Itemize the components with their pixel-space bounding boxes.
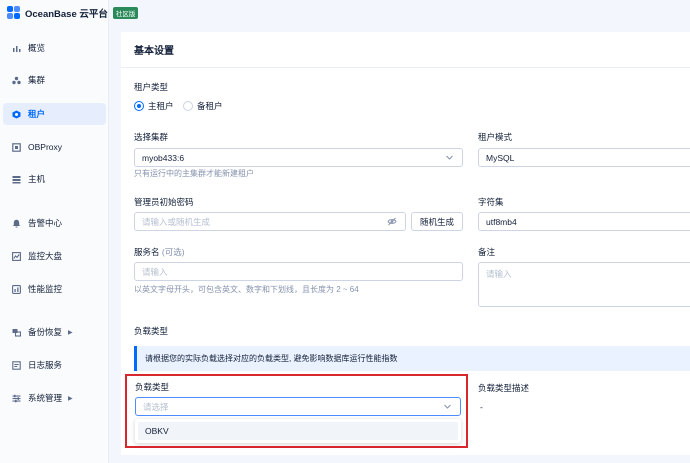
tenant-icon xyxy=(12,110,21,119)
workload-type-label: 负载类型 xyxy=(135,382,170,392)
remark-label: 备注 xyxy=(478,247,496,257)
service-name-placeholder: 请输入 xyxy=(142,266,168,277)
charset-label: 字符集 xyxy=(478,197,504,207)
sidebar-item-label: 集群 xyxy=(28,75,46,85)
workload-type-placeholder: 请选择 xyxy=(143,401,169,412)
chevron-down-icon xyxy=(445,153,454,164)
app-logo[interactable]: OceanBase 云平台 社区版 xyxy=(7,5,139,21)
sidebar-item-label: 租户 xyxy=(28,109,46,119)
sidebar-item-label: 告警中心 xyxy=(28,218,63,228)
oceanbase-logo-icon xyxy=(7,6,21,20)
radio-unselected-icon xyxy=(183,101,193,111)
settings-icon xyxy=(12,394,21,403)
charset-value: utf8mb4 xyxy=(486,216,517,227)
workload-info-alert: 请根据您的实际负载选择对应的负载类型, 避免影响数据库运行性能指数 xyxy=(134,346,690,371)
workload-alert-text: 请根据您的实际负载选择对应的负载类型, 避免影响数据库运行性能指数 xyxy=(145,354,398,363)
cluster-help-text: 只有运行中的主集群才能新建租户 xyxy=(134,169,254,178)
radio-standby-tenant[interactable]: 备租户 xyxy=(183,100,223,112)
log-icon xyxy=(12,360,21,370)
workload-section-label: 负载类型 xyxy=(134,326,169,336)
tenant-mode-select[interactable]: MySQL xyxy=(478,148,690,167)
tenant-mode-value: MySQL xyxy=(486,152,515,163)
workload-type-select[interactable]: 请选择 xyxy=(135,397,461,416)
service-name-label-text: 服务名 xyxy=(134,247,160,257)
proxy-icon xyxy=(12,142,21,152)
tenant-type-label: 租户类型 xyxy=(134,82,169,92)
workload-type-dropdown: OBKV xyxy=(135,419,461,443)
sidebar-item-overview[interactable]: 概览 xyxy=(0,37,108,59)
sidebar-item-alert-center[interactable]: 告警中心 xyxy=(0,212,108,234)
cluster-icon xyxy=(12,76,21,85)
cluster-label: 选择集群 xyxy=(134,132,169,142)
sidebar-item-label: 性能监控 xyxy=(28,284,63,294)
cluster-value: myob433:6 xyxy=(142,152,185,163)
radio-selected-icon xyxy=(134,101,144,111)
host-icon xyxy=(12,175,21,184)
service-name-help-text: 以英文字母开头，可包含英文、数字和下划线，且长度为 2 ~ 64 xyxy=(134,285,359,294)
sidebar-item-label: 主机 xyxy=(28,174,46,184)
remark-placeholder: 请输入 xyxy=(486,269,512,279)
alert-icon xyxy=(12,219,21,228)
admin-password-label: 管理员初始密码 xyxy=(134,197,194,207)
edition-badge: 社区版 xyxy=(112,7,139,19)
backup-icon xyxy=(12,328,21,337)
sidebar-item-system-management[interactable]: 系统管理 ▶ xyxy=(0,387,108,409)
chevron-down-icon xyxy=(443,402,452,413)
sidebar-item-host[interactable]: 主机 xyxy=(0,168,108,190)
sidebar-item-obproxy[interactable]: OBProxy xyxy=(0,136,108,158)
charset-select[interactable]: utf8mb4 xyxy=(478,212,690,231)
dashboard-icon xyxy=(12,251,21,261)
cluster-select[interactable]: myob433:6 xyxy=(134,148,463,167)
sidebar-item-backup[interactable]: 备份恢复 ▶ xyxy=(0,321,108,343)
sidebar-item-tenant[interactable]: 租户 xyxy=(3,103,106,125)
admin-password-input[interactable]: 请输入或随机生成 xyxy=(134,212,406,231)
dropdown-option-obkv[interactable]: OBKV xyxy=(138,422,458,440)
tenant-mode-label: 租户模式 xyxy=(478,132,513,142)
performance-icon xyxy=(12,284,21,294)
section-divider xyxy=(121,67,690,68)
sidebar-item-label: 系统管理 xyxy=(28,393,63,403)
sidebar-item-label: 备份恢复 xyxy=(28,327,63,337)
sidebar-item-label: OBProxy xyxy=(28,142,63,152)
random-generate-button[interactable]: 随机生成 xyxy=(411,212,463,231)
caret-right-icon: ▶ xyxy=(68,395,73,402)
sidebar-item-dashboard[interactable]: 监控大盘 xyxy=(0,245,108,267)
service-name-input[interactable]: 请输入 xyxy=(134,262,463,281)
brand-name: OceanBase 云平台 xyxy=(25,9,108,20)
radio-primary-tenant[interactable]: 主租户 xyxy=(134,100,174,112)
workload-desc-label: 负载类型描述 xyxy=(478,383,530,393)
radio-label: 主租户 xyxy=(148,101,174,111)
sidebar-item-performance[interactable]: 性能监控 xyxy=(0,278,108,300)
sidebar-item-cluster[interactable]: 集群 xyxy=(0,69,108,91)
bar-chart-icon xyxy=(12,44,21,53)
bottom-background xyxy=(121,455,690,463)
section-title: 基本设置 xyxy=(134,46,174,57)
eye-hidden-icon[interactable] xyxy=(387,217,397,228)
sidebar-item-label: 日志服务 xyxy=(28,360,63,370)
workload-desc-value: - xyxy=(480,402,483,412)
service-name-label: 服务名 (可选) xyxy=(134,246,185,258)
radio-label: 备租户 xyxy=(197,101,223,111)
sidebar-item-label: 监控大盘 xyxy=(28,251,63,261)
remark-textarea[interactable]: 请输入 xyxy=(478,262,690,307)
sidebar-item-label: 概览 xyxy=(28,43,46,53)
caret-right-icon: ▶ xyxy=(68,329,73,336)
sidebar: OceanBase 云平台 社区版 概览 集群 租户 OBProxy 主机 告警… xyxy=(0,0,139,463)
sidebar-item-log-service[interactable]: 日志服务 xyxy=(0,354,108,376)
optional-hint: (可选) xyxy=(161,247,185,257)
admin-password-placeholder: 请输入或随机生成 xyxy=(142,216,211,227)
